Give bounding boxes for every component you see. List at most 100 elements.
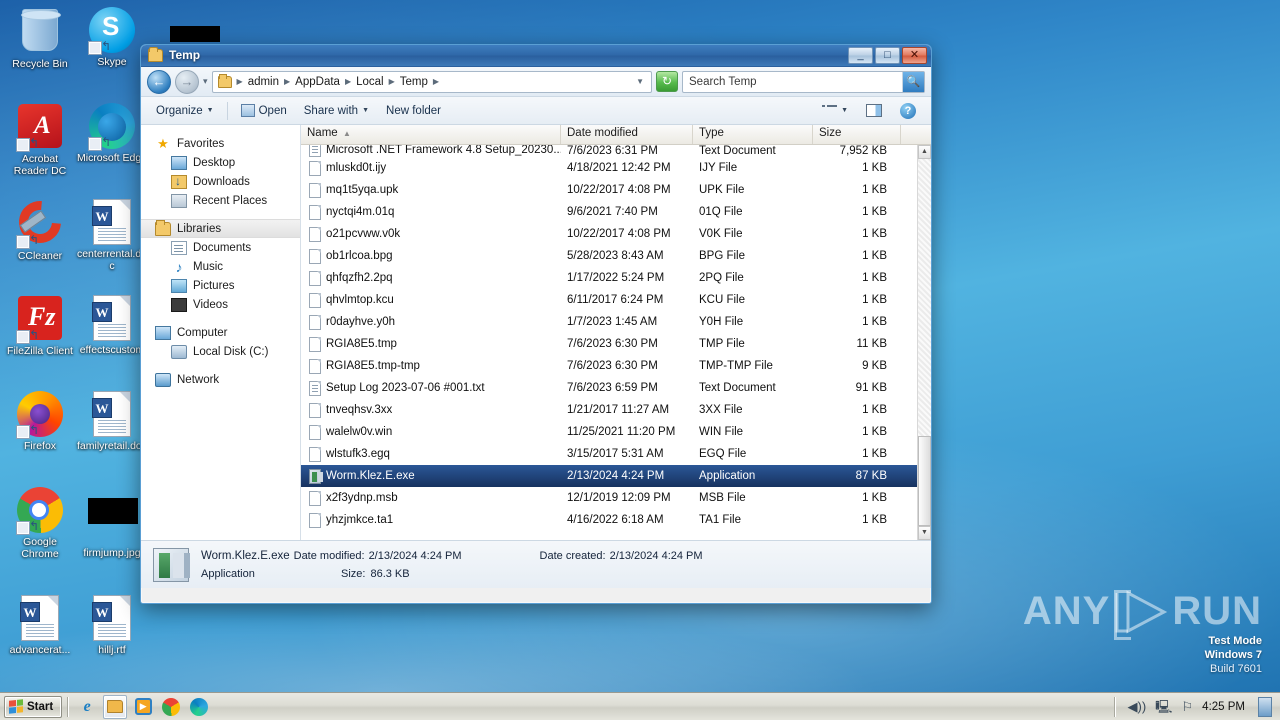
sidebar-item-local-disk-c[interactable]: Local Disk (C:) xyxy=(141,342,300,361)
sidebar-item-favorites[interactable]: ★ Favorites xyxy=(141,134,300,153)
table-row[interactable]: walelw0v.win 11/25/2021 11:20 PM WIN File 1… xyxy=(301,421,917,443)
desktop-icon-firefox[interactable]: Firefox xyxy=(4,390,76,453)
desktop-icon-advancerat[interactable]: W advancerat... xyxy=(4,594,76,657)
desktop-icon-label: CCleaner xyxy=(17,250,63,262)
sidebar-item-music[interactable]: ♪ Music xyxy=(141,257,300,276)
folder-icon xyxy=(107,700,124,713)
search-input[interactable]: Search Temp 🔍 xyxy=(682,70,925,93)
taskbar-windows-explorer-button[interactable] xyxy=(103,694,128,719)
table-row[interactable]: r0dayhve.y0h 1/7/2023 1:45 AM Y0H File 1 KB xyxy=(301,311,917,333)
back-button[interactable]: ← xyxy=(147,69,171,94)
scrollbar-track[interactable] xyxy=(918,159,931,526)
show-desktop-button[interactable] xyxy=(1258,696,1272,717)
desktop-icon-acrobat-reader[interactable]: A Acrobat Reader DC xyxy=(4,102,76,177)
table-row[interactable]: wlstufk3.egq 3/15/2017 5:31 AM EGQ File 1 K… xyxy=(301,443,917,465)
sidebar-item-libraries[interactable]: Libraries xyxy=(141,219,300,238)
chevron-right-icon[interactable]: ▶ xyxy=(431,77,441,86)
desktop-icon-microsoft-edge[interactable]: Microsoft Edge xyxy=(76,102,148,165)
desktop-icon-hillj-rtf[interactable]: W hillj.rtf xyxy=(76,594,148,657)
sidebar-item-desktop[interactable]: Desktop xyxy=(141,153,300,172)
recent-pages-dropdown-icon[interactable]: ▾ xyxy=(203,76,208,87)
file-name: RGIA8E5.tmp xyxy=(326,338,397,350)
start-button[interactable]: Start xyxy=(4,695,63,718)
table-row[interactable]: Microsoft .NET Framework 4.8 Setup_20230… xyxy=(301,145,917,157)
clock[interactable]: 4:25 PM xyxy=(1202,701,1245,713)
table-row[interactable]: nyctqi4m.01q 9/6/2021 7:40 PM 01Q File 1 KB xyxy=(301,201,917,223)
address-dropdown-icon[interactable]: ▼ xyxy=(636,77,648,86)
desktop-icon-ccleaner[interactable]: CCleaner xyxy=(4,192,76,263)
file-rows[interactable]: Microsoft .NET Framework 4.8 Setup_20230… xyxy=(301,145,917,540)
sidebar-item-recent-places[interactable]: Recent Places xyxy=(141,191,300,210)
sidebar-item-network[interactable]: Network xyxy=(141,370,300,389)
network-icon[interactable]: 🖳 xyxy=(1155,699,1172,714)
breadcrumb-local[interactable]: Local xyxy=(353,75,387,89)
table-row[interactable]: x2f3ydnp.msb 12/1/2019 12:09 PM MSB File 1 … xyxy=(301,487,917,509)
maximize-button[interactable]: □ xyxy=(875,47,900,64)
file-name: walelw0v.win xyxy=(326,426,393,438)
table-row[interactable]: ob1rlcoa.bpg 5/28/2023 8:43 AM BPG File 1 K… xyxy=(301,245,917,267)
table-row[interactable]: tnveqhsv.3xx 1/21/2017 11:27 AM 3XX File 1 … xyxy=(301,399,917,421)
action-center-flag-icon[interactable]: ⚐ xyxy=(1182,699,1194,714)
breadcrumb-temp[interactable]: Temp xyxy=(397,75,431,89)
breadcrumb-admin[interactable]: admin xyxy=(245,75,282,89)
chevron-right-icon[interactable]: ▶ xyxy=(282,77,292,86)
forward-button[interactable]: → xyxy=(175,69,199,94)
new-folder-button[interactable]: New folder xyxy=(379,102,448,120)
taskbar-microsoft-edge-button[interactable] xyxy=(187,695,211,719)
table-row[interactable]: mq1t5yqa.upk 10/22/2017 4:08 PM UPK File 1 … xyxy=(301,179,917,201)
sidebar-item-documents[interactable]: Documents xyxy=(141,238,300,257)
close-button[interactable]: ✕ xyxy=(902,47,927,64)
search-icon[interactable]: 🔍 xyxy=(902,71,924,92)
column-header-date-modified[interactable]: Date modified xyxy=(561,125,693,144)
minimize-button[interactable]: _ xyxy=(848,47,873,64)
desktop-icon-google-chrome[interactable]: Google Chrome xyxy=(4,486,76,560)
preview-pane-button[interactable] xyxy=(859,101,889,120)
desktop-icon-effectscustom[interactable]: W effectscustom xyxy=(76,294,148,357)
share-with-label: Share with xyxy=(303,104,359,117)
open-button[interactable]: Open xyxy=(234,101,294,120)
chevron-right-icon[interactable]: ▶ xyxy=(235,77,245,86)
organize-button[interactable]: Organize ▼ xyxy=(149,102,221,120)
scrollbar-thumb[interactable] xyxy=(918,436,931,526)
share-with-button[interactable]: Share with ▼ xyxy=(297,102,376,120)
column-header-type[interactable]: Type xyxy=(693,125,813,144)
change-view-button[interactable]: ▼ xyxy=(815,101,855,120)
taskbar-internet-explorer-button[interactable]: e xyxy=(75,695,99,719)
desktop-icon-centerrental-doc[interactable]: W centerrental.doc xyxy=(76,198,148,272)
refresh-button[interactable]: ↻ xyxy=(656,71,678,92)
volume-icon[interactable]: ◀)) xyxy=(1128,699,1147,714)
desktop-icon-filezilla-client[interactable]: Fz FileZilla Client xyxy=(4,294,76,358)
desktop-icon-firmjump-jpg[interactable]: firmjump.jpg xyxy=(76,486,148,560)
sidebar-item-label: Favorites xyxy=(177,137,225,150)
chevron-right-icon[interactable]: ▶ xyxy=(387,77,397,86)
desktop-icon-familyretail-doc[interactable]: W familyretail.doc xyxy=(76,390,148,453)
table-row[interactable]: mluskd0t.ijy 4/18/2021 12:42 PM IJY File 1 … xyxy=(301,157,917,179)
table-row[interactable]: RGIA8E5.tmp-tmp 7/6/2023 6:30 PM TMP-TMP F… xyxy=(301,355,917,377)
column-header-size[interactable]: Size xyxy=(813,125,901,144)
sidebar-item-downloads[interactable]: Downloads xyxy=(141,172,300,191)
new-folder-label: New folder xyxy=(386,104,441,117)
table-row[interactable]: qhvlmtop.kcu 6/11/2017 6:24 PM KCU File 1 K… xyxy=(301,289,917,311)
table-row[interactable]: qhfqzfh2.2pq 1/17/2022 5:24 PM 2PQ File 1 K… xyxy=(301,267,917,289)
taskbar-media-player-button[interactable]: ▶ xyxy=(131,695,155,719)
desktop-icon-recycle-bin[interactable]: Recycle Bin xyxy=(4,6,76,71)
sidebar-item-computer[interactable]: Computer xyxy=(141,323,300,342)
column-header-name[interactable]: Name ▲ xyxy=(301,125,561,144)
scroll-up-button[interactable]: ▲ xyxy=(918,145,931,159)
vertical-scrollbar[interactable]: ▲ ▼ xyxy=(917,145,931,540)
breadcrumb-appdata[interactable]: AppData xyxy=(292,75,343,89)
table-row[interactable]: Setup Log 2023-07-06 #001.txt 7/6/2023 6:… xyxy=(301,377,917,399)
sidebar-item-videos[interactable]: Videos xyxy=(141,295,300,314)
taskbar-google-chrome-button[interactable] xyxy=(159,695,183,719)
chevron-right-icon[interactable]: ▶ xyxy=(343,77,353,86)
table-row[interactable]: o21pcvww.v0k 10/22/2017 4:08 PM V0K File 1 … xyxy=(301,223,917,245)
table-row[interactable]: Worm.Klez.E.exe 2/13/2024 4:24 PM Applicat… xyxy=(301,465,917,487)
scroll-down-button[interactable]: ▼ xyxy=(918,526,931,540)
desktop-icon-skype[interactable]: S Skype xyxy=(76,6,148,69)
table-row[interactable]: yhzjmkce.ta1 4/16/2022 6:18 AM TA1 File 1 K… xyxy=(301,509,917,531)
window-titlebar[interactable]: Temp _ □ ✕ xyxy=(141,45,931,67)
sidebar-item-pictures[interactable]: Pictures xyxy=(141,276,300,295)
table-row[interactable]: RGIA8E5.tmp 7/6/2023 6:30 PM TMP File 11 KB xyxy=(301,333,917,355)
breadcrumb[interactable]: ▶ admin ▶ AppData ▶ Local ▶ Temp ▶ ▼ xyxy=(211,70,652,93)
help-button[interactable]: ? xyxy=(893,100,923,122)
